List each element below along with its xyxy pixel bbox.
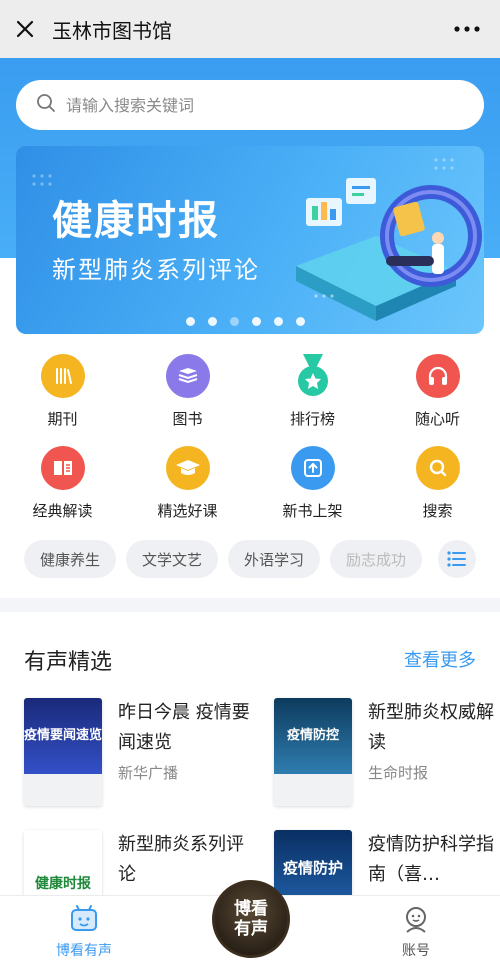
page-title: 玉林市图书馆 bbox=[52, 18, 172, 43]
ranking-medal-icon bbox=[291, 354, 335, 398]
pagination-dot[interactable] bbox=[186, 317, 195, 326]
pagination-dot[interactable] bbox=[252, 317, 261, 326]
grid-item-ranking[interactable]: 排行榜 bbox=[250, 354, 375, 429]
grid-item-books[interactable]: 图书 bbox=[125, 354, 250, 429]
top-nav-bar: 玉林市图书馆 bbox=[0, 0, 500, 58]
cover-text: 疫情要闻速览 bbox=[24, 698, 102, 774]
category-menu-icon[interactable] bbox=[438, 540, 476, 578]
tab-label: 账号 bbox=[402, 943, 430, 959]
cover-text: 疫情防控 bbox=[274, 698, 352, 774]
audio-cover: 疫情要闻速览 bbox=[24, 698, 102, 806]
center-audio-button[interactable]: 博看 有声 bbox=[212, 880, 290, 958]
grid-label: 新书上架 bbox=[282, 502, 343, 520]
audio-source: 新华广播 bbox=[118, 764, 179, 782]
audio-source: 生命时报 bbox=[368, 764, 429, 782]
pagination-dot[interactable] bbox=[296, 317, 305, 326]
audio-title: 新型肺炎权威解读 bbox=[368, 702, 494, 753]
audio-title: 新型肺炎系列评论 bbox=[118, 834, 244, 885]
category-chip[interactable]: 文学文艺 bbox=[126, 540, 219, 578]
audio-title: 昨日今晨 疫情要闻速览 bbox=[118, 702, 250, 753]
upload-shelf-icon bbox=[290, 446, 335, 490]
section-divider bbox=[0, 598, 500, 612]
headphones-icon bbox=[415, 354, 460, 398]
home-tab-icon bbox=[71, 905, 97, 931]
graduation-cap-icon bbox=[165, 446, 210, 490]
audio-title: 疫情防护科学指南（喜… bbox=[368, 834, 494, 885]
promo-banner[interactable]: 健康时报 新型肺炎系列评论 bbox=[16, 146, 484, 334]
audio-cover: 疫情防控 bbox=[274, 698, 352, 806]
category-chips: 健康养生 文学文艺 外语学习 励志成功 bbox=[24, 540, 423, 580]
close-icon[interactable] bbox=[0, 0, 50, 58]
grid-item-search[interactable]: 搜索 bbox=[375, 446, 500, 521]
account-icon bbox=[406, 907, 426, 933]
grid-item-new-books[interactable]: 新书上架 bbox=[250, 446, 375, 521]
grid-label: 精选好课 bbox=[157, 502, 218, 520]
grid-label: 随心听 bbox=[414, 410, 460, 428]
grid-label: 搜索 bbox=[422, 502, 453, 520]
category-chip[interactable]: 励志成功 bbox=[330, 540, 423, 578]
section-title: 有声精选 bbox=[24, 650, 113, 675]
search-bar[interactable] bbox=[16, 80, 484, 130]
search-icon bbox=[415, 446, 460, 490]
grid-item-courses[interactable]: 精选好课 bbox=[125, 446, 250, 521]
grid-label: 经典解读 bbox=[32, 502, 93, 520]
audio-item[interactable]: 疫情要闻速览 昨日今晨 疫情要闻速览 新华广播 bbox=[24, 698, 264, 818]
banner-pagination bbox=[186, 317, 305, 326]
tab-home[interactable]: 博看有声 bbox=[24, 904, 144, 960]
center-button-line: 博看 bbox=[234, 899, 268, 919]
more-options-icon[interactable] bbox=[452, 18, 482, 40]
grid-item-classic-reading[interactable]: 经典解读 bbox=[0, 446, 125, 521]
audio-item[interactable]: 疫情防控 新型肺炎权威解读 生命时报 bbox=[274, 698, 500, 818]
search-icon bbox=[36, 93, 56, 117]
category-chip[interactable]: 健康养生 bbox=[24, 540, 117, 578]
grid-label: 图书 bbox=[172, 410, 203, 428]
grid-item-listen[interactable]: 随心听 bbox=[375, 354, 500, 429]
banner-subtitle: 新型肺炎系列评论 bbox=[52, 256, 260, 284]
pagination-dot[interactable] bbox=[208, 317, 217, 326]
view-more-link[interactable]: 查看更多 bbox=[404, 646, 476, 672]
search-input[interactable] bbox=[66, 95, 446, 115]
grid-label: 排行榜 bbox=[289, 410, 335, 428]
open-book-icon bbox=[40, 446, 85, 490]
tab-label: 博看有声 bbox=[56, 943, 112, 959]
tab-account[interactable]: 账号 bbox=[356, 904, 476, 960]
grid-label: 期刊 bbox=[47, 410, 78, 428]
books-icon bbox=[165, 354, 210, 398]
pagination-dot-active[interactable] bbox=[230, 317, 239, 326]
banner-title: 健康时报 bbox=[52, 198, 220, 244]
pagination-dot[interactable] bbox=[274, 317, 283, 326]
center-button-line: 有声 bbox=[234, 919, 268, 939]
journal-icon bbox=[40, 354, 85, 398]
grid-item-journals[interactable]: 期刊 bbox=[0, 354, 125, 429]
category-chip[interactable]: 外语学习 bbox=[228, 540, 321, 578]
